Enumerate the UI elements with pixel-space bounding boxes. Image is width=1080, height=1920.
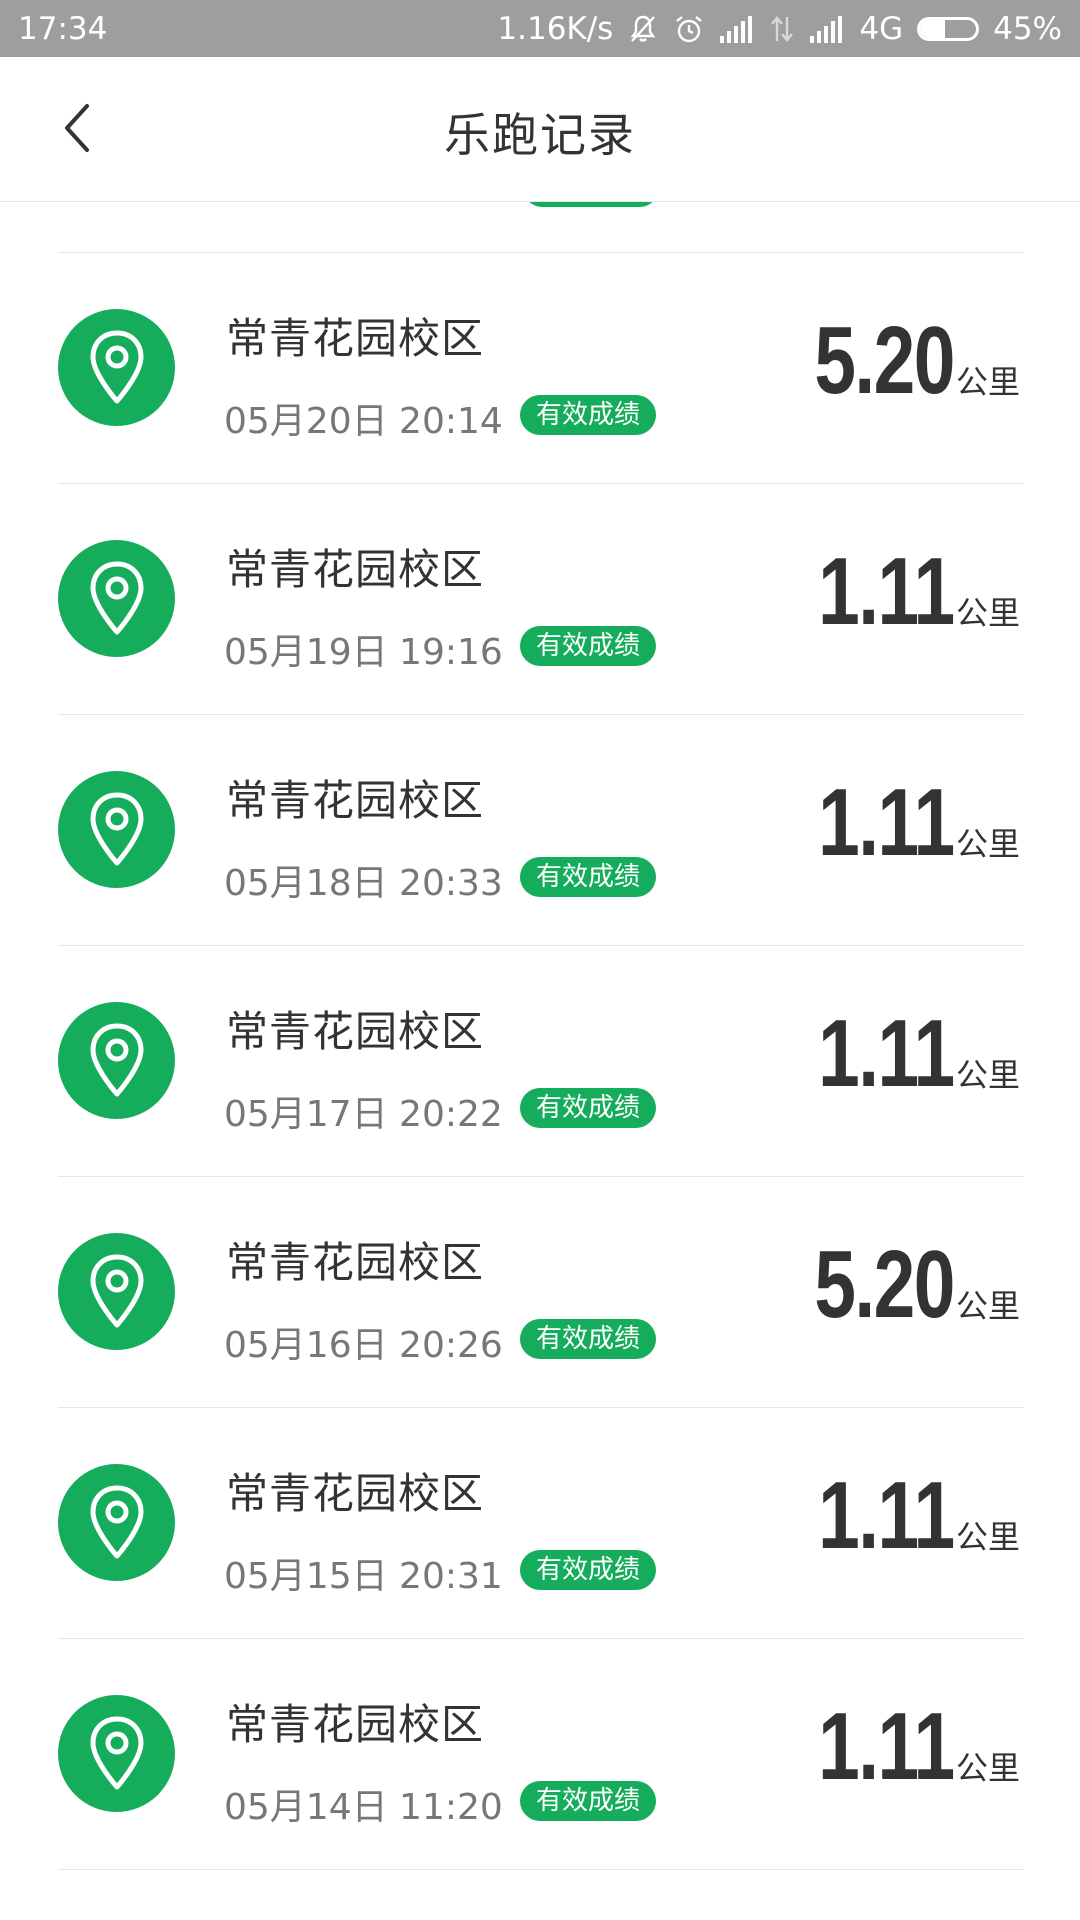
run-datetime: 05月19日 19:16 bbox=[224, 632, 503, 673]
distance-value: 5.20 bbox=[814, 1231, 955, 1338]
bell-off-icon bbox=[627, 13, 659, 45]
campus-name: 常青花园校区 bbox=[226, 545, 485, 594]
location-pin-icon bbox=[58, 1695, 175, 1812]
distance: 1.11 公里 bbox=[780, 1699, 1020, 1795]
signal-icon bbox=[809, 14, 845, 44]
status-bar: 17:34 1.16K/s 4G 45% bbox=[0, 0, 1080, 57]
campus-name: 常青花园校区 bbox=[226, 1007, 485, 1056]
data-arrows-icon bbox=[769, 14, 795, 44]
run-record-item[interactable]: 常青花园校区 05月17日 20:22 有效成绩 1.11 公里 bbox=[0, 946, 1080, 1177]
battery-fill bbox=[920, 19, 946, 38]
distance: 1.11 公里 bbox=[780, 775, 1020, 871]
network-type: 4G bbox=[859, 10, 904, 47]
valid-result-badge: 有效成绩 bbox=[520, 1088, 657, 1128]
run-records-list[interactable]: 常青花园校区 05月20日 20:14 有效成绩 5.20 公里 常青花园校区 … bbox=[0, 201, 1080, 1920]
battery-icon bbox=[917, 16, 980, 41]
net-speed: 1.16K/s bbox=[497, 10, 614, 47]
distance-unit: 公里 bbox=[955, 1287, 1020, 1325]
valid-result-badge: 有效成绩 bbox=[520, 395, 657, 435]
location-pin-icon bbox=[58, 771, 175, 888]
run-datetime: 05月18日 20:33 bbox=[224, 863, 503, 904]
distance-value: 1.11 bbox=[818, 538, 956, 645]
run-datetime: 05月15日 20:31 bbox=[224, 1556, 503, 1597]
campus-name: 常青花园校区 bbox=[226, 314, 485, 363]
battery-percent: 45% bbox=[993, 10, 1062, 47]
distance: 1.11 公里 bbox=[780, 544, 1020, 640]
valid-result-badge: 有效成绩 bbox=[520, 1550, 657, 1590]
valid-result-badge: 有效成绩 bbox=[520, 857, 657, 897]
location-pin-icon bbox=[58, 540, 175, 657]
campus-name: 常青花园校区 bbox=[226, 1469, 485, 1518]
distance-unit: 公里 bbox=[955, 594, 1020, 632]
app-header: 乐跑记录 bbox=[0, 57, 1080, 202]
distance-unit: 公里 bbox=[955, 363, 1020, 401]
valid-result-badge: 有效成绩 bbox=[520, 1319, 657, 1359]
run-record-item[interactable]: 常青花园校区 05月14日 11:20 有效成绩 1.11 公里 bbox=[0, 1639, 1080, 1870]
location-pin-icon bbox=[58, 1464, 175, 1581]
status-time: 17:34 bbox=[18, 10, 108, 47]
run-record-item[interactable]: 常青花园校区 05月18日 20:33 有效成绩 1.11 公里 bbox=[0, 715, 1080, 946]
campus-name: 常青花园校区 bbox=[226, 1238, 485, 1287]
distance-unit: 公里 bbox=[955, 1518, 1020, 1556]
divider bbox=[58, 1869, 1023, 1870]
distance: 5.20 公里 bbox=[775, 1237, 1020, 1333]
distance-value: 1.11 bbox=[818, 1000, 956, 1107]
run-datetime: 05月14日 11:20 bbox=[224, 1787, 503, 1828]
run-datetime: 05月20日 20:14 bbox=[224, 401, 503, 442]
run-datetime: 05月17日 20:22 bbox=[224, 1094, 503, 1135]
distance-unit: 公里 bbox=[955, 1056, 1020, 1094]
distance: 5.20 公里 bbox=[775, 313, 1020, 409]
distance-unit: 公里 bbox=[955, 1749, 1020, 1787]
distance-value: 1.11 bbox=[818, 769, 956, 876]
run-record-item[interactable]: 常青花园校区 05月19日 19:16 有效成绩 1.11 公里 bbox=[0, 484, 1080, 715]
location-pin-icon bbox=[58, 309, 175, 426]
campus-name: 常青花园校区 bbox=[226, 1700, 485, 1749]
distance: 1.11 公里 bbox=[780, 1006, 1020, 1102]
valid-result-badge: 有效成绩 bbox=[520, 626, 657, 666]
page-title: 乐跑记录 bbox=[444, 108, 636, 162]
campus-name: 常青花园校区 bbox=[226, 776, 485, 825]
run-record-item[interactable]: 常青花园校区 05月15日 20:31 有效成绩 1.11 公里 bbox=[0, 1408, 1080, 1639]
location-pin-icon bbox=[58, 1233, 175, 1350]
valid-result-badge: 有效成绩 bbox=[520, 1781, 657, 1821]
status-indicators: 1.16K/s 4G 45% bbox=[497, 11, 1062, 47]
alarm-icon bbox=[673, 13, 705, 45]
distance: 1.11 公里 bbox=[780, 1468, 1020, 1564]
distance-unit: 公里 bbox=[955, 825, 1020, 863]
distance-value: 1.11 bbox=[818, 1693, 956, 1800]
distance-value: 5.20 bbox=[814, 307, 955, 414]
signal-icon bbox=[719, 14, 755, 44]
location-pin-icon bbox=[58, 1002, 175, 1119]
run-datetime: 05月16日 20:26 bbox=[224, 1325, 503, 1366]
run-record-item[interactable]: 常青花园校区 05月20日 20:14 有效成绩 5.20 公里 bbox=[0, 253, 1080, 484]
distance-value: 1.11 bbox=[818, 1462, 956, 1569]
run-record-item[interactable]: 常青花园校区 05月16日 20:26 有效成绩 5.20 公里 bbox=[0, 1177, 1080, 1408]
